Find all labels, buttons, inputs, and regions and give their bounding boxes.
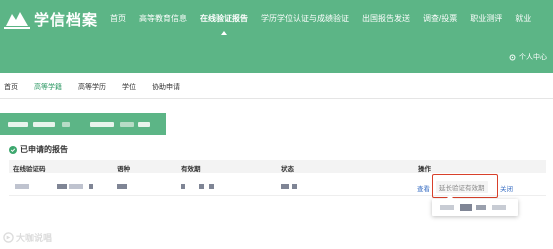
nav-online-report-label: 在线验证报告 — [200, 14, 248, 23]
subnav-degree-record[interactable]: 高等学历 — [78, 82, 106, 92]
nav-career-test[interactable]: 职业测评 — [470, 13, 502, 24]
subnav-assist-apply[interactable]: 协助申请 — [152, 82, 180, 92]
redacted-text — [62, 122, 70, 127]
redacted-popup-text — [440, 205, 454, 210]
sub-nav: 首页 高等学籍 高等学历 学位 协助申请 — [0, 78, 553, 96]
redacted-popup-text — [492, 205, 506, 210]
redacted-validity — [209, 184, 214, 189]
subnav-divider — [0, 98, 553, 99]
redacted-text — [90, 122, 114, 127]
redacted-text — [33, 122, 55, 127]
redacted-text — [138, 122, 150, 127]
user-center-link[interactable]: 个人中心 — [509, 52, 547, 62]
table-header: 在线验证码 语种 有效期 状态 操作 — [9, 160, 546, 173]
redacted-code — [89, 184, 93, 189]
redacted-validity — [181, 184, 185, 189]
redacted-popup-text — [476, 205, 486, 210]
redacted-code — [69, 184, 83, 189]
redacted-text — [120, 122, 134, 127]
column-header-status: 状态 — [281, 166, 294, 173]
column-header-code: 在线验证码 — [13, 166, 46, 173]
extend-validity-button[interactable]: 延长验证有效期 — [436, 181, 488, 193]
redacted-status — [292, 184, 297, 189]
check-circle-icon — [9, 145, 17, 154]
user-center-label: 个人中心 — [519, 54, 547, 61]
watermark-logo-icon — [3, 232, 14, 243]
redacted-language — [117, 184, 127, 189]
nav-online-report[interactable]: 在线验证报告 — [200, 13, 248, 35]
column-header-actions: 操作 — [418, 166, 431, 173]
nav-overseas-report[interactable]: 出国报告发送 — [362, 13, 410, 24]
logo-text: 学信档案 — [34, 11, 99, 29]
redacted-text — [8, 122, 28, 127]
top-header: 学信档案 首页 高等教育信息 在线验证报告 学历学位认证与成绩验证 出国报告发送… — [0, 0, 553, 73]
subnav-degree[interactable]: 学位 — [122, 82, 136, 92]
nav-survey[interactable]: 调查/投票 — [423, 13, 457, 24]
close-link[interactable]: 关闭 — [500, 183, 513, 193]
redacted-code — [57, 184, 67, 189]
nav-home[interactable]: 首页 — [110, 13, 126, 24]
column-header-language: 语种 — [117, 166, 130, 173]
logo-icon — [4, 8, 30, 30]
popup-arrow — [446, 195, 454, 199]
view-link[interactable]: 查看 — [417, 183, 430, 193]
section-title-text: 已申请的报告 — [20, 145, 68, 154]
gear-icon — [509, 54, 516, 60]
nav-employment[interactable]: 就业 — [515, 13, 531, 24]
subnav-home[interactable]: 首页 — [4, 82, 18, 92]
student-banner — [0, 113, 166, 135]
redacted-code — [15, 184, 29, 189]
main-nav: 首页 高等教育信息 在线验证报告 学历学位认证与成绩验证 出国报告发送 调查/投… — [110, 13, 544, 35]
active-caret-icon — [221, 31, 227, 35]
nav-certification[interactable]: 学历学位认证与成绩验证 — [261, 13, 349, 24]
logo[interactable]: 学信档案 — [4, 8, 98, 30]
popup-tooltip — [432, 195, 518, 216]
nav-higher-education[interactable]: 高等教育信息 — [139, 13, 187, 24]
watermark: 大咖说唱 — [3, 231, 52, 244]
column-header-validity: 有效期 — [181, 166, 201, 173]
redacted-status — [281, 184, 289, 189]
redacted-validity — [199, 184, 204, 189]
redacted-popup-text — [460, 204, 472, 211]
subnav-enrollment[interactable]: 高等学籍 — [34, 82, 62, 92]
section-title: 已申请的报告 — [9, 144, 68, 155]
watermark-text: 大咖说唱 — [16, 233, 53, 243]
